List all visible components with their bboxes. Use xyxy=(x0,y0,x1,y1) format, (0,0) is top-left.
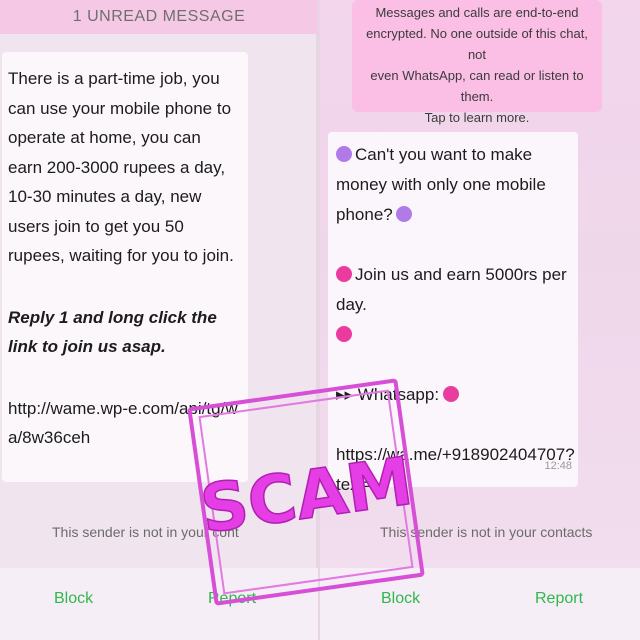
unread-banner-label: 1 UNREAD MESSAGE xyxy=(72,8,246,25)
right-message-text: Join us and earn 5000rs per day. xyxy=(336,265,567,314)
phone-emoji-icon xyxy=(443,386,460,402)
sunglasses-emoji-icon xyxy=(336,266,352,282)
unread-banner: 1 UNREAD MESSAGE xyxy=(0,0,318,34)
left-message-call-to-action: Reply 1 and long click the link to join … xyxy=(8,307,217,357)
encryption-notice-learn-more[interactable]: Tap to learn more. xyxy=(362,107,592,128)
right-message-text: Can't you want to make money with only o… xyxy=(336,145,546,224)
right-block-button[interactable]: Block xyxy=(381,590,420,608)
right-message-line: Can't you want to make money with only o… xyxy=(336,140,572,230)
left-block-button[interactable]: Block xyxy=(54,590,93,608)
left-message-paragraph: There is a part-time job, you can use yo… xyxy=(8,69,234,265)
scam-stamp: SCAM xyxy=(187,378,425,606)
devil-emoji-icon xyxy=(336,146,352,162)
right-report-button[interactable]: Report xyxy=(535,590,583,608)
right-message-line: Join us and earn 5000rs per day. xyxy=(336,260,572,350)
devil-emoji-icon xyxy=(395,206,412,222)
encryption-notice-line: encrypted. No one outside of this chat, … xyxy=(366,26,588,62)
encryption-notice[interactable]: Messages and calls are end-to-end encryp… xyxy=(352,0,602,125)
encryption-notice-line: even WhatsApp, can read or listen to the… xyxy=(370,68,584,104)
message-timestamp: 12:48 xyxy=(544,460,572,472)
scam-stamp-text: SCAM xyxy=(196,443,417,549)
sunglasses-emoji-icon xyxy=(336,326,352,342)
scam-stamp-graphic: SCAM xyxy=(195,442,418,549)
encryption-notice-line: Messages and calls are end-to-end xyxy=(375,5,579,20)
